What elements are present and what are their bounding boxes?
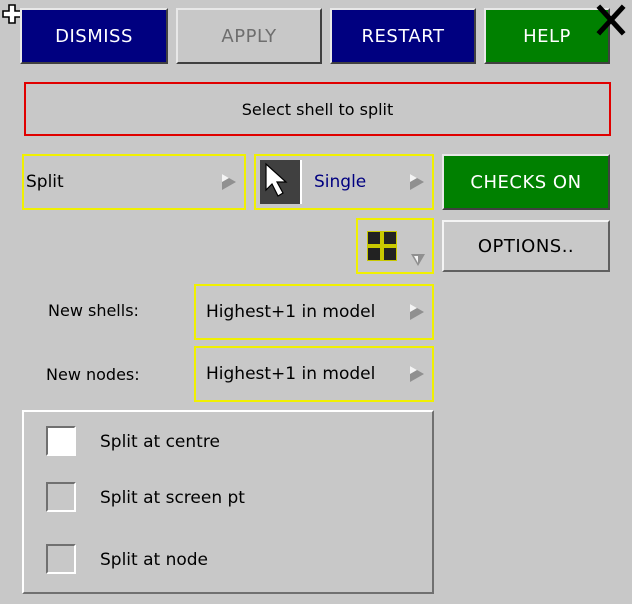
pick-select[interactable]: Single (254, 154, 434, 210)
new-nodes-value: Highest+1 in model (206, 364, 376, 384)
options-label: OPTIONS.. (477, 235, 575, 257)
checks-on-button[interactable]: CHECKS ON (442, 154, 610, 210)
split-at-screen-pt-option[interactable]: Split at screen pt (42, 478, 422, 518)
dropdown-arrow-icon (410, 304, 424, 320)
chevron-down-icon (410, 252, 426, 266)
dismiss-label: DISMISS (55, 25, 133, 47)
prompt-text: Select shell to split (241, 99, 394, 119)
dismiss-button[interactable]: DISMISS (20, 8, 168, 64)
split-at-node-option[interactable]: Split at node (42, 540, 422, 580)
new-nodes-select[interactable]: Highest+1 in model (194, 346, 434, 402)
apply-button[interactable]: APPLY (176, 8, 322, 64)
new-shells-select[interactable]: Highest+1 in model (194, 284, 434, 340)
dropdown-arrow-icon (410, 366, 424, 382)
apply-label: APPLY (221, 25, 277, 47)
checks-on-label: CHECKS ON (470, 171, 582, 193)
help-label: HELP (523, 25, 571, 47)
split-at-centre-checkbox[interactable] (46, 426, 76, 456)
mode-select[interactable]: Split (22, 154, 246, 210)
prompt-box: Select shell to split (24, 82, 611, 136)
options-button[interactable]: OPTIONS.. (442, 220, 610, 272)
split-options-panel: Split at centre Split at screen pt Split… (22, 410, 434, 594)
split-at-centre-label: Split at centre (100, 432, 220, 452)
split-at-screen-pt-checkbox[interactable] (46, 482, 76, 512)
mode-select-value: Split (26, 172, 64, 192)
close-icon[interactable] (592, 2, 630, 42)
restart-label: RESTART (361, 25, 445, 47)
split-at-centre-option[interactable]: Split at centre (42, 422, 422, 462)
new-nodes-label: New nodes: (46, 364, 140, 384)
new-shells-label: New shells: (48, 300, 139, 320)
grid-menu-button[interactable] (356, 218, 434, 274)
new-shells-value: Highest+1 in model (206, 302, 376, 322)
cursor-pick-icon (260, 160, 302, 204)
dropdown-arrow-icon (410, 174, 424, 190)
pick-select-value: Single (314, 172, 367, 192)
split-at-screen-pt-label: Split at screen pt (100, 488, 245, 508)
restart-button[interactable]: RESTART (330, 8, 476, 64)
grid-icon (366, 230, 398, 262)
dropdown-arrow-icon (222, 174, 236, 190)
split-at-node-checkbox[interactable] (46, 544, 76, 574)
move-cross-icon[interactable] (2, 4, 22, 24)
split-at-node-label: Split at node (100, 550, 209, 570)
